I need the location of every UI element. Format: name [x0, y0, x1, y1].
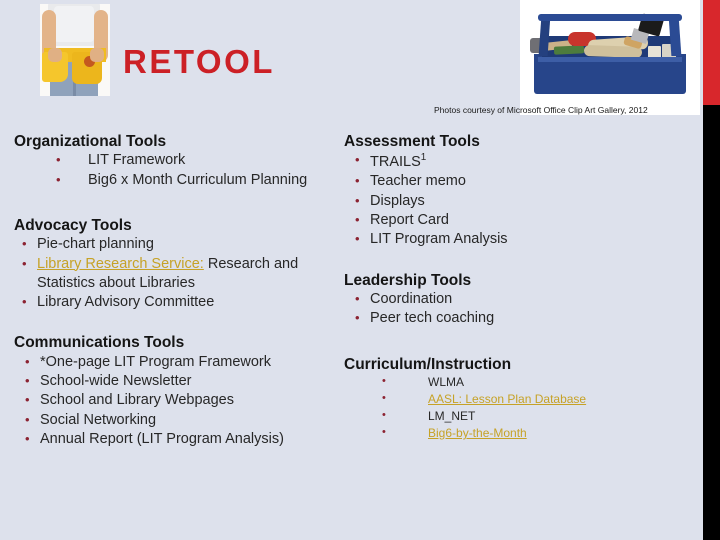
footnote-marker: 1: [420, 152, 427, 164]
section-heading-communications: Communications Tools: [14, 334, 185, 352]
toolbox-photo-panel: [520, 0, 700, 115]
list-item: Coordination: [344, 290, 694, 309]
toolbox-handle: [538, 14, 682, 21]
right-column: Assessment Tools TRAILS1 Teacher memo Di…: [344, 132, 694, 442]
photo-credit: Photos courtesy of Microsoft Office Clip…: [434, 105, 648, 115]
library-research-service-link[interactable]: Library Research Service:: [37, 256, 204, 272]
toolbox-rim: [538, 57, 682, 62]
list-item: AASL: Lesson Plan Database: [344, 391, 694, 408]
green-tool-icon: [553, 45, 585, 55]
curriculum-instruction-list: WLMA AASL: Lesson Plan Database LM_NET B…: [344, 374, 694, 442]
list-item: Pie-chart planning: [14, 235, 354, 254]
list-item: *One-page LIT Program Framework: [14, 353, 354, 372]
list-item: Displays: [344, 192, 694, 211]
big6-by-the-month-link[interactable]: Big6-by-the-Month: [428, 426, 527, 440]
page-title: RETOOL: [123, 43, 275, 80]
leadership-tools-list: Coordination Peer tech coaching: [344, 290, 694, 329]
list-item: LM_NET: [344, 408, 694, 425]
photo-hand-right: [90, 48, 104, 62]
list-item: Report Card: [344, 211, 694, 230]
left-column: Organizational Tools LIT Framework Big6 …: [14, 132, 354, 449]
accent-bar-red: [703, 0, 720, 105]
list-item: School and Library Webpages: [14, 391, 354, 410]
aasl-lesson-plan-database-link[interactable]: AASL: Lesson Plan Database: [428, 392, 586, 406]
section-heading-organizational: Organizational Tools: [14, 133, 167, 150]
advocacy-tools-list: Pie-chart planning Library Research Serv…: [14, 235, 354, 312]
list-item: WLMA: [344, 374, 694, 391]
list-item: Big6 x Month Curriculum Planning: [14, 171, 354, 190]
blue-toolbox-photo: [530, 10, 688, 98]
list-item: Library Research Service: Research and S…: [14, 255, 354, 294]
list-item-text: WLMA: [428, 374, 464, 389]
list-item: Social Networking: [14, 411, 354, 430]
organizational-tools-list: LIT Framework Big6 x Month Curriculum Pl…: [14, 151, 354, 190]
section-heading-curriculum: Curriculum/Instruction: [344, 355, 512, 373]
toolbox-post-right: [668, 16, 682, 56]
list-item: LIT Framework: [14, 151, 354, 170]
accent-bar-black: [703, 105, 720, 540]
list-item: Teacher memo: [344, 172, 694, 191]
section-heading-advocacy: Advocacy Tools: [14, 216, 132, 234]
list-item-text: TRAILS: [370, 154, 421, 171]
list-item: Library Advisory Committee: [14, 293, 354, 312]
photo-shirt-fold: [54, 6, 94, 42]
list-item: LIT Program Analysis: [344, 230, 694, 249]
list-item: Peer tech coaching: [344, 309, 694, 328]
list-item: Big6-by-the-Month: [344, 425, 694, 442]
section-heading-leadership: Leadership Tools: [344, 271, 472, 289]
header-band: RETOOL Photos courtesy of Microsoft Offi…: [0, 0, 720, 540]
list-item: Annual Report (LIT Program Analysis): [14, 430, 354, 449]
section-heading-assessment: Assessment Tools: [344, 133, 480, 150]
photo-hand-left: [48, 48, 62, 62]
communications-tools-list: *One-page LIT Program Framework School-w…: [14, 353, 354, 449]
list-item: School-wide Newsletter: [14, 372, 354, 391]
tool-belt-photo: [40, 4, 110, 96]
list-item: TRAILS1: [344, 151, 694, 172]
list-item-text: LM_NET: [428, 408, 476, 423]
assessment-tools-list: TRAILS1 Teacher memo Displays Report Car…: [344, 151, 694, 249]
